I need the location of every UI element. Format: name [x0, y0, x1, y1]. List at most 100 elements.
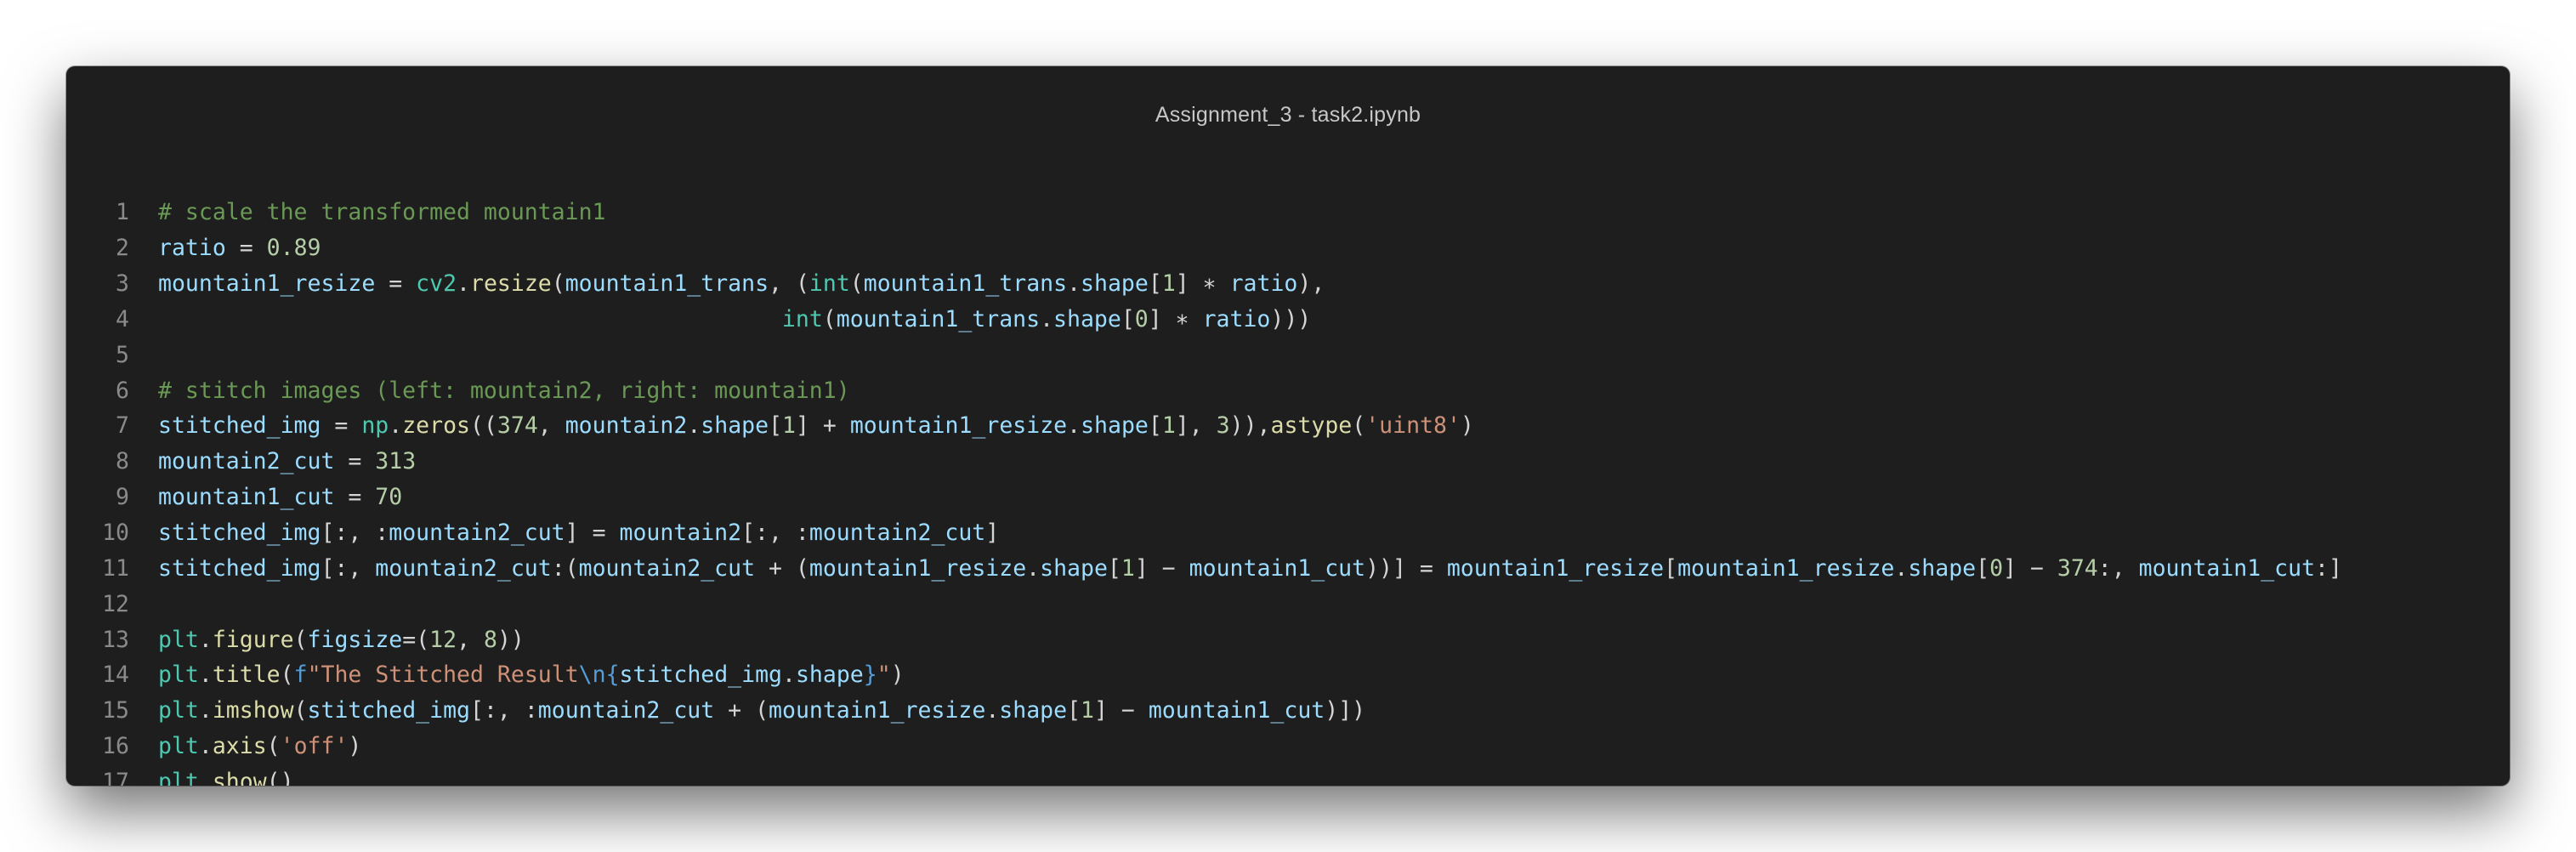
code-token: int	[809, 270, 850, 298]
code-token: )	[348, 733, 362, 760]
code-token: 0	[1989, 554, 2004, 582]
code-token: 1	[1161, 412, 1176, 440]
code-line[interactable]: 6 # stitch images (left: mountain2, right…	[66, 372, 2510, 408]
code-token: 70	[375, 484, 403, 511]
code-token: ()	[266, 768, 294, 786]
code-line[interactable]: 2 ratio = 0.89	[66, 230, 2510, 266]
code-line[interactable]: 13 plt.figure(figsize=(12, 8))	[66, 622, 2510, 657]
code-token: mountain1_trans	[565, 270, 769, 298]
code-token: mountain2	[565, 412, 688, 440]
code-token: mountain2_cut	[158, 448, 335, 475]
code-token: ] =	[565, 520, 620, 547]
line-number: 11	[102, 554, 129, 582]
code-token: ratio	[1229, 270, 1298, 298]
code-line[interactable]: 12	[66, 586, 2510, 622]
line-number: 15	[102, 697, 129, 724]
code-token: shape	[1081, 412, 1149, 440]
code-token: figsize	[307, 626, 403, 653]
code-token: mountain1_cut	[158, 484, 335, 511]
code-token: mountain2_cut	[537, 697, 715, 724]
line-number: 10	[102, 520, 129, 547]
code-token: 12	[429, 626, 457, 653]
code-token: "The Stitched Result	[307, 662, 579, 689]
code-token: 0	[1134, 305, 1149, 332]
code-token: axis	[212, 733, 267, 760]
code-token: :(	[551, 554, 579, 582]
code-token: mountain2_cut	[389, 520, 565, 547]
code-line[interactable]: 7 stitched_img = np.zeros((374, mountain2…	[66, 408, 2510, 444]
code-token: )])	[1325, 697, 1366, 724]
code-token: (	[266, 733, 281, 760]
code-token: plt	[158, 662, 199, 689]
code-token: plt	[158, 733, 199, 760]
code-token: [:, :	[321, 520, 389, 547]
code-token: :]	[2315, 554, 2342, 582]
code-text: plt.show()	[158, 769, 294, 786]
line-number: 17	[102, 768, 129, 786]
code-token: title	[212, 662, 281, 689]
line-number: 2	[116, 235, 129, 262]
code-token: =	[225, 235, 267, 262]
code-token: :,	[2097, 554, 2139, 582]
code-token: 374	[496, 412, 538, 440]
code-token: (	[822, 305, 837, 332]
code-token: (	[293, 626, 308, 653]
code-token: mountain1_trans	[863, 270, 1068, 298]
code-line[interactable]: 9 mountain1_cut = 70	[66, 480, 2510, 515]
code-token: mountain1_cut	[1189, 554, 1366, 582]
code-text: plt.imshow(stitched_img[:, :mountain2_cu…	[158, 697, 1365, 724]
code-text: stitched_img[:, :mountain2_cut] = mounta…	[158, 520, 999, 546]
code-line[interactable]: 3 mountain1_resize = cv2.resize(mountain1…	[66, 266, 2510, 302]
code-token: 3	[1216, 412, 1230, 440]
code-line[interactable]: 10 stitched_img[:, :mountain2_cut] = moun…	[66, 515, 2510, 551]
code-line[interactable]: 8 mountain2_cut = 313	[66, 444, 2510, 480]
code-token: ratio	[1202, 305, 1271, 332]
code-token: + (	[755, 554, 809, 582]
code-line[interactable]: 1 # scale the transformed mountain1	[66, 195, 2510, 230]
code-token: )),	[1229, 412, 1271, 440]
code-token: resize	[470, 270, 552, 298]
line-number: 12	[102, 590, 129, 617]
code-text: ratio = 0.89	[158, 235, 321, 261]
code-token: ]	[985, 520, 1000, 547]
code-token: 374	[2057, 554, 2098, 582]
code-text: plt.axis('off')	[158, 733, 361, 759]
line-number: 16	[102, 733, 129, 760]
code-token: [:,	[321, 554, 376, 582]
code-line[interactable]: 15 plt.imshow(stitched_img[:, :mountain2_…	[66, 693, 2510, 729]
code-token: .	[198, 626, 213, 653]
code-token: [	[769, 412, 783, 440]
code-token: ] +	[796, 412, 850, 440]
code-line[interactable]: 5	[66, 337, 2510, 372]
code-line[interactable]: 4 int(mountain1_trans.shape[0] ∗ ratio))…	[66, 302, 2510, 338]
code-token: 'uint8'	[1365, 412, 1461, 440]
code-token: , (	[769, 270, 809, 298]
code-token: [	[1067, 697, 1081, 724]
code-token: # scale the transformed mountain1	[158, 199, 606, 226]
code-token: =	[334, 484, 376, 511]
code-line[interactable]: 11 stitched_img[:, mountain2_cut:(mountai…	[66, 550, 2510, 586]
code-text: int(mountain1_trans.shape[0] ∗ ratio)))	[158, 306, 1311, 332]
code-line[interactable]: 14 plt.title(f"The Stitched Result\n{stit…	[66, 657, 2510, 693]
code-token: ,	[457, 626, 484, 653]
code-token: ] ∗	[1175, 270, 1230, 298]
code-token: .	[1067, 270, 1081, 298]
code-token: .	[1026, 554, 1041, 582]
code-token: ],	[1175, 412, 1217, 440]
line-number: 8	[116, 448, 129, 475]
code-token: .	[198, 662, 213, 689]
code-token: 1	[1121, 554, 1135, 582]
title-bar: Assignment_3 - task2.ipynb	[66, 66, 2510, 158]
code-line[interactable]: 16 plt.axis('off')	[66, 729, 2510, 764]
code-token: stitched_img	[619, 662, 782, 689]
code-token: shape	[1908, 554, 1977, 582]
code-token: + (	[714, 697, 769, 724]
code-token: .	[1067, 412, 1081, 440]
code-line[interactable]: 17 plt.show()	[66, 764, 2510, 786]
code-token: [:, :	[741, 520, 809, 547]
code-editor[interactable]: 1 # scale the transformed mountain1 2 ratio…	[66, 195, 2510, 786]
code-token: .	[1894, 554, 1909, 582]
code-token: plt	[158, 626, 199, 653]
code-token: stitched_img	[158, 412, 321, 440]
